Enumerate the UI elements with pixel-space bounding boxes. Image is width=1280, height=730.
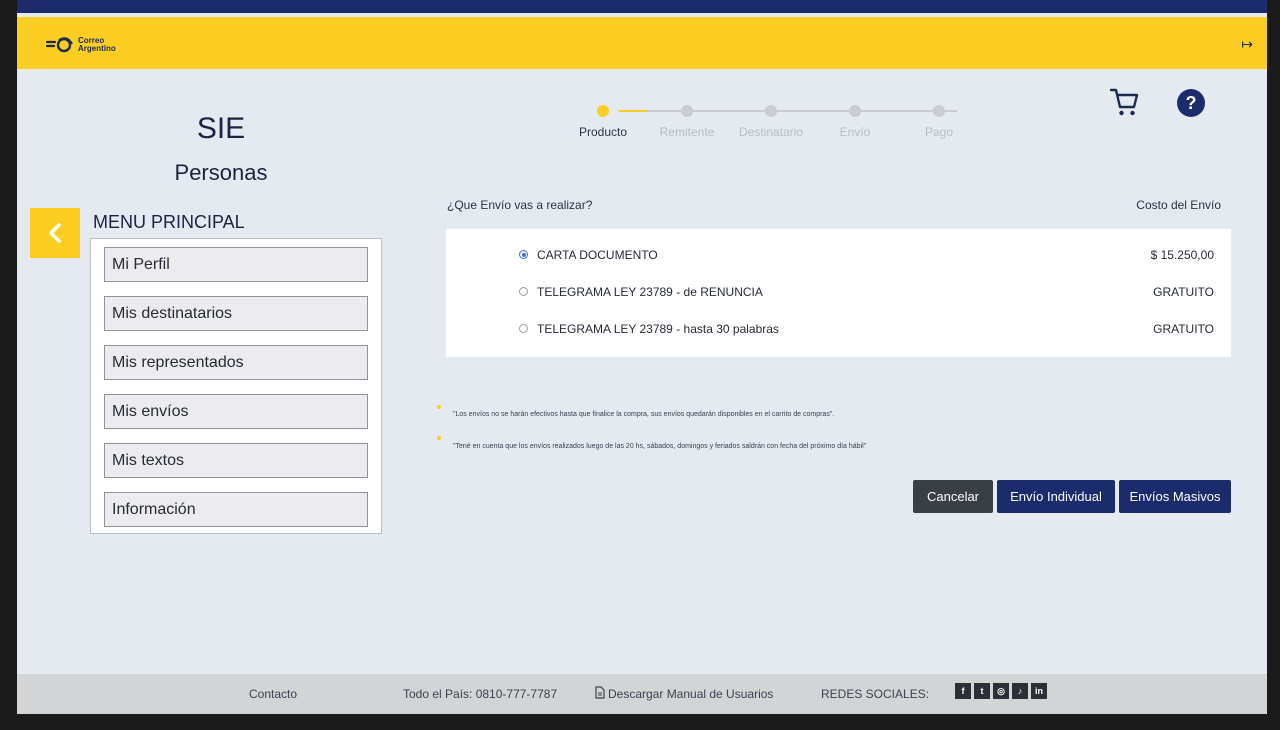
back-button[interactable] — [30, 208, 80, 258]
main-menu: Mi Perfil Mis destinatarios Mis represen… — [90, 238, 382, 534]
menu-item-mis-representados[interactable]: Mis representados — [104, 345, 368, 380]
option-telegrama-30-palabras[interactable]: TELEGRAMA LEY 23789 - hasta 30 palabras … — [519, 320, 1214, 340]
stepper-track — [619, 110, 957, 112]
option-label[interactable]: TELEGRAMA LEY 23789 - de RENUNCIA — [537, 283, 763, 301]
menu-item-mi-perfil[interactable]: Mi Perfil — [104, 247, 368, 282]
help-icon[interactable]: ? — [1177, 89, 1205, 117]
header-bar: Correo Argentino ↦ — [17, 17, 1267, 69]
cost-column-header: Costo del Envío — [1136, 198, 1221, 212]
step-dot-remitente — [681, 105, 693, 117]
step-dot-pago — [933, 105, 945, 117]
menu-item-mis-destinatarios[interactable]: Mis destinatarios — [104, 296, 368, 331]
facebook-icon[interactable]: f — [955, 683, 971, 699]
footer-social-label: REDES SOCIALES: — [821, 687, 930, 701]
radio-telegrama-renuncia[interactable] — [519, 287, 528, 296]
option-price: GRATUITO — [1153, 285, 1214, 299]
menu-item-mis-textos[interactable]: Mis textos — [104, 443, 368, 478]
social-links: f t ◎ ♪ in — [955, 683, 1047, 699]
step-dot-destinatario — [765, 105, 777, 117]
footer-contact-link[interactable]: Contacto — [249, 687, 297, 701]
step-label-pago: Pago — [924, 125, 954, 139]
option-price: $ 15.250,00 — [1150, 248, 1214, 262]
stepper-progress — [619, 110, 647, 112]
footer: Contacto Todo el País: 0810-777-7787 Des… — [17, 674, 1267, 714]
chevron-left-icon — [49, 223, 61, 243]
note-bullet — [437, 405, 441, 409]
correo-argentino-logo[interactable]: Correo Argentino — [45, 37, 116, 53]
option-label[interactable]: CARTA DOCUMENTO — [537, 246, 658, 264]
radio-carta-documento[interactable] — [519, 250, 528, 259]
option-label[interactable]: TELEGRAMA LEY 23789 - hasta 30 palabras — [537, 320, 779, 338]
document-icon — [595, 686, 605, 699]
option-carta-documento[interactable]: CARTA DOCUMENTO $ 15.250,00 — [519, 246, 1214, 266]
checkout-stepper: Producto Remitente Destinatario Envío Pa… — [557, 100, 997, 150]
menu-title: MENU PRINCIPAL — [93, 212, 245, 232]
cart-icon[interactable] — [1109, 86, 1139, 118]
app-title: SIE — [196, 112, 246, 145]
shipment-options: CARTA DOCUMENTO $ 15.250,00 TELEGRAMA LE… — [446, 229, 1231, 357]
instagram-icon[interactable]: ◎ — [993, 683, 1009, 699]
app-screen: Correo Argentino ↦ SIE Personas MENU PRI… — [17, 0, 1267, 714]
note-business-day: "Tené en cuenta que los envíos realizado… — [453, 443, 867, 450]
menu-item-mis-envios[interactable]: Mis envíos — [104, 394, 368, 429]
logo-mark-icon — [45, 37, 73, 53]
step-dot-producto — [597, 105, 609, 117]
logout-icon[interactable]: ↦ — [1241, 36, 1253, 53]
twitter-icon[interactable]: t — [974, 683, 990, 699]
tiktok-icon[interactable]: ♪ — [1012, 683, 1028, 699]
menu-item-informacion[interactable]: Información — [104, 492, 368, 527]
step-dot-envio — [849, 105, 861, 117]
shipment-question: ¿Que Envío vas a realizar? — [447, 198, 593, 212]
bulk-shipment-button[interactable]: Envíos Masivos — [1119, 480, 1231, 513]
note-cart: "Los envíos no se harán efectivos hasta … — [453, 411, 835, 418]
app-subtitle: Personas — [174, 160, 268, 185]
linkedin-icon[interactable]: in — [1031, 683, 1047, 699]
radio-telegrama-30-palabras[interactable] — [519, 324, 528, 333]
option-telegrama-renuncia[interactable]: TELEGRAMA LEY 23789 - de RENUNCIA GRATUI… — [519, 283, 1214, 303]
cancel-button[interactable]: Cancelar — [913, 480, 993, 513]
top-navy-bar — [17, 0, 1267, 13]
logo-text-line2: Argentino — [78, 44, 116, 53]
footer-manual-link[interactable]: Descargar Manual de Usuarios — [608, 687, 773, 701]
note-bullet — [437, 436, 441, 440]
option-price: GRATUITO — [1153, 322, 1214, 336]
footer-phone: Todo el País: 0810-777-7787 — [403, 687, 558, 701]
individual-shipment-button[interactable]: Envío Individual — [997, 480, 1115, 513]
